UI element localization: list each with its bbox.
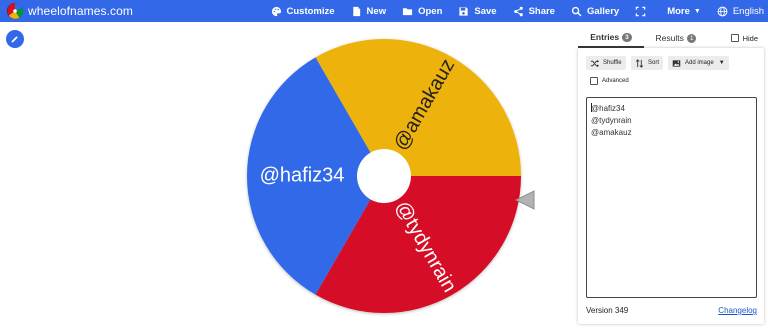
entries-count-badge: 3 [622, 32, 632, 42]
share-icon [513, 6, 524, 17]
tab-results[interactable]: Results 1 [646, 28, 706, 48]
caret-down-icon: ▼ [718, 60, 725, 66]
entry-text: @hafiz34 [591, 104, 625, 113]
add-image-button[interactable]: Add image ▼ [668, 56, 729, 70]
panel-footer: Version 349 Changelog [586, 306, 757, 315]
open-button[interactable]: Open [402, 6, 442, 17]
save-label: Save [474, 5, 497, 17]
sort-label: Sort [648, 60, 660, 66]
wheel-pointer-icon [515, 190, 535, 210]
advanced-toggle[interactable]: Advanced [590, 77, 629, 85]
more-menu-button[interactable]: More ▼ [667, 6, 701, 17]
new-file-icon [351, 6, 362, 17]
new-button[interactable]: New [351, 5, 387, 17]
save-icon [458, 6, 469, 17]
hide-label: Hide [742, 33, 758, 43]
open-label: Open [418, 5, 443, 17]
changelog-link[interactable]: Changelog [718, 306, 757, 315]
share-label: Share [528, 5, 555, 17]
svg-text:@hafiz34: @hafiz34 [260, 164, 345, 186]
tab-results-label: Results [655, 33, 684, 43]
customize-label: Customize [286, 5, 335, 17]
fullscreen-button[interactable] [635, 6, 651, 17]
shuffle-icon [590, 59, 599, 68]
logo[interactable]: wheelofnames.com [6, 2, 133, 20]
palette-icon [271, 6, 282, 17]
wheel-logo-icon [6, 2, 24, 20]
hide-toggle[interactable]: Hide [730, 28, 758, 48]
globe-icon [717, 6, 728, 17]
new-label: New [366, 5, 387, 17]
results-count-badge: 1 [686, 33, 697, 43]
top-bar: wheelofnames.com Customize New Open Save [0, 0, 768, 22]
gallery-button[interactable]: Gallery [571, 6, 619, 17]
caret-down-icon: ▼ [693, 7, 701, 15]
add-image-label: Add image [685, 60, 714, 66]
image-icon [672, 59, 681, 68]
more-label: More [667, 5, 690, 17]
nav-menu: Customize New Open Save Share Gallery Mo… [271, 0, 768, 22]
brand-name: wheelofnames.com [28, 4, 133, 18]
entry-line: @amakauz [591, 128, 632, 137]
version-text: Version 349 [586, 306, 629, 315]
gallery-label: Gallery [586, 5, 620, 17]
sort-button[interactable]: Sort [631, 56, 664, 70]
shuffle-label: Shuffle [603, 60, 622, 66]
entries-card: Shuffle Sort Add image ▼ Advanced @hafiz… [578, 48, 764, 324]
wheel[interactable]: @amakauz @tydynrain @hafiz34 [0, 22, 578, 330]
share-button[interactable]: Share [513, 6, 555, 17]
wheel-area: @amakauz @tydynrain @hafiz34 [0, 22, 578, 330]
wheel-label-hafiz34: @hafiz34 [260, 164, 345, 186]
entries-textarea[interactable]: @hafiz34 @tydynrain @amakauz [586, 97, 757, 298]
save-button[interactable]: Save [458, 5, 497, 17]
tab-entries-label: Entries [590, 32, 620, 42]
wheel-center[interactable] [357, 149, 411, 203]
sort-icon [635, 58, 644, 68]
hide-checkbox[interactable] [730, 34, 739, 42]
entry-line: @tydynrain [591, 116, 632, 125]
tab-entries[interactable]: Entries 3 [578, 28, 644, 48]
shuffle-button[interactable]: Shuffle [586, 56, 626, 70]
advanced-checkbox[interactable] [590, 77, 598, 85]
panel-tabs: Entries 3 Results 1 Hide [578, 28, 764, 48]
fullscreen-icon [635, 6, 646, 17]
entries-panel: Entries 3 Results 1 Hide Shuffle Sort Ad… [578, 28, 764, 324]
search-icon [571, 6, 582, 17]
language-button[interactable]: English [717, 6, 764, 17]
folder-icon [402, 6, 413, 17]
customize-button[interactable]: Customize [271, 6, 335, 17]
advanced-label: Advanced [602, 78, 629, 84]
language-label: English [732, 5, 764, 17]
entry-line: @hafiz34 [591, 103, 752, 115]
